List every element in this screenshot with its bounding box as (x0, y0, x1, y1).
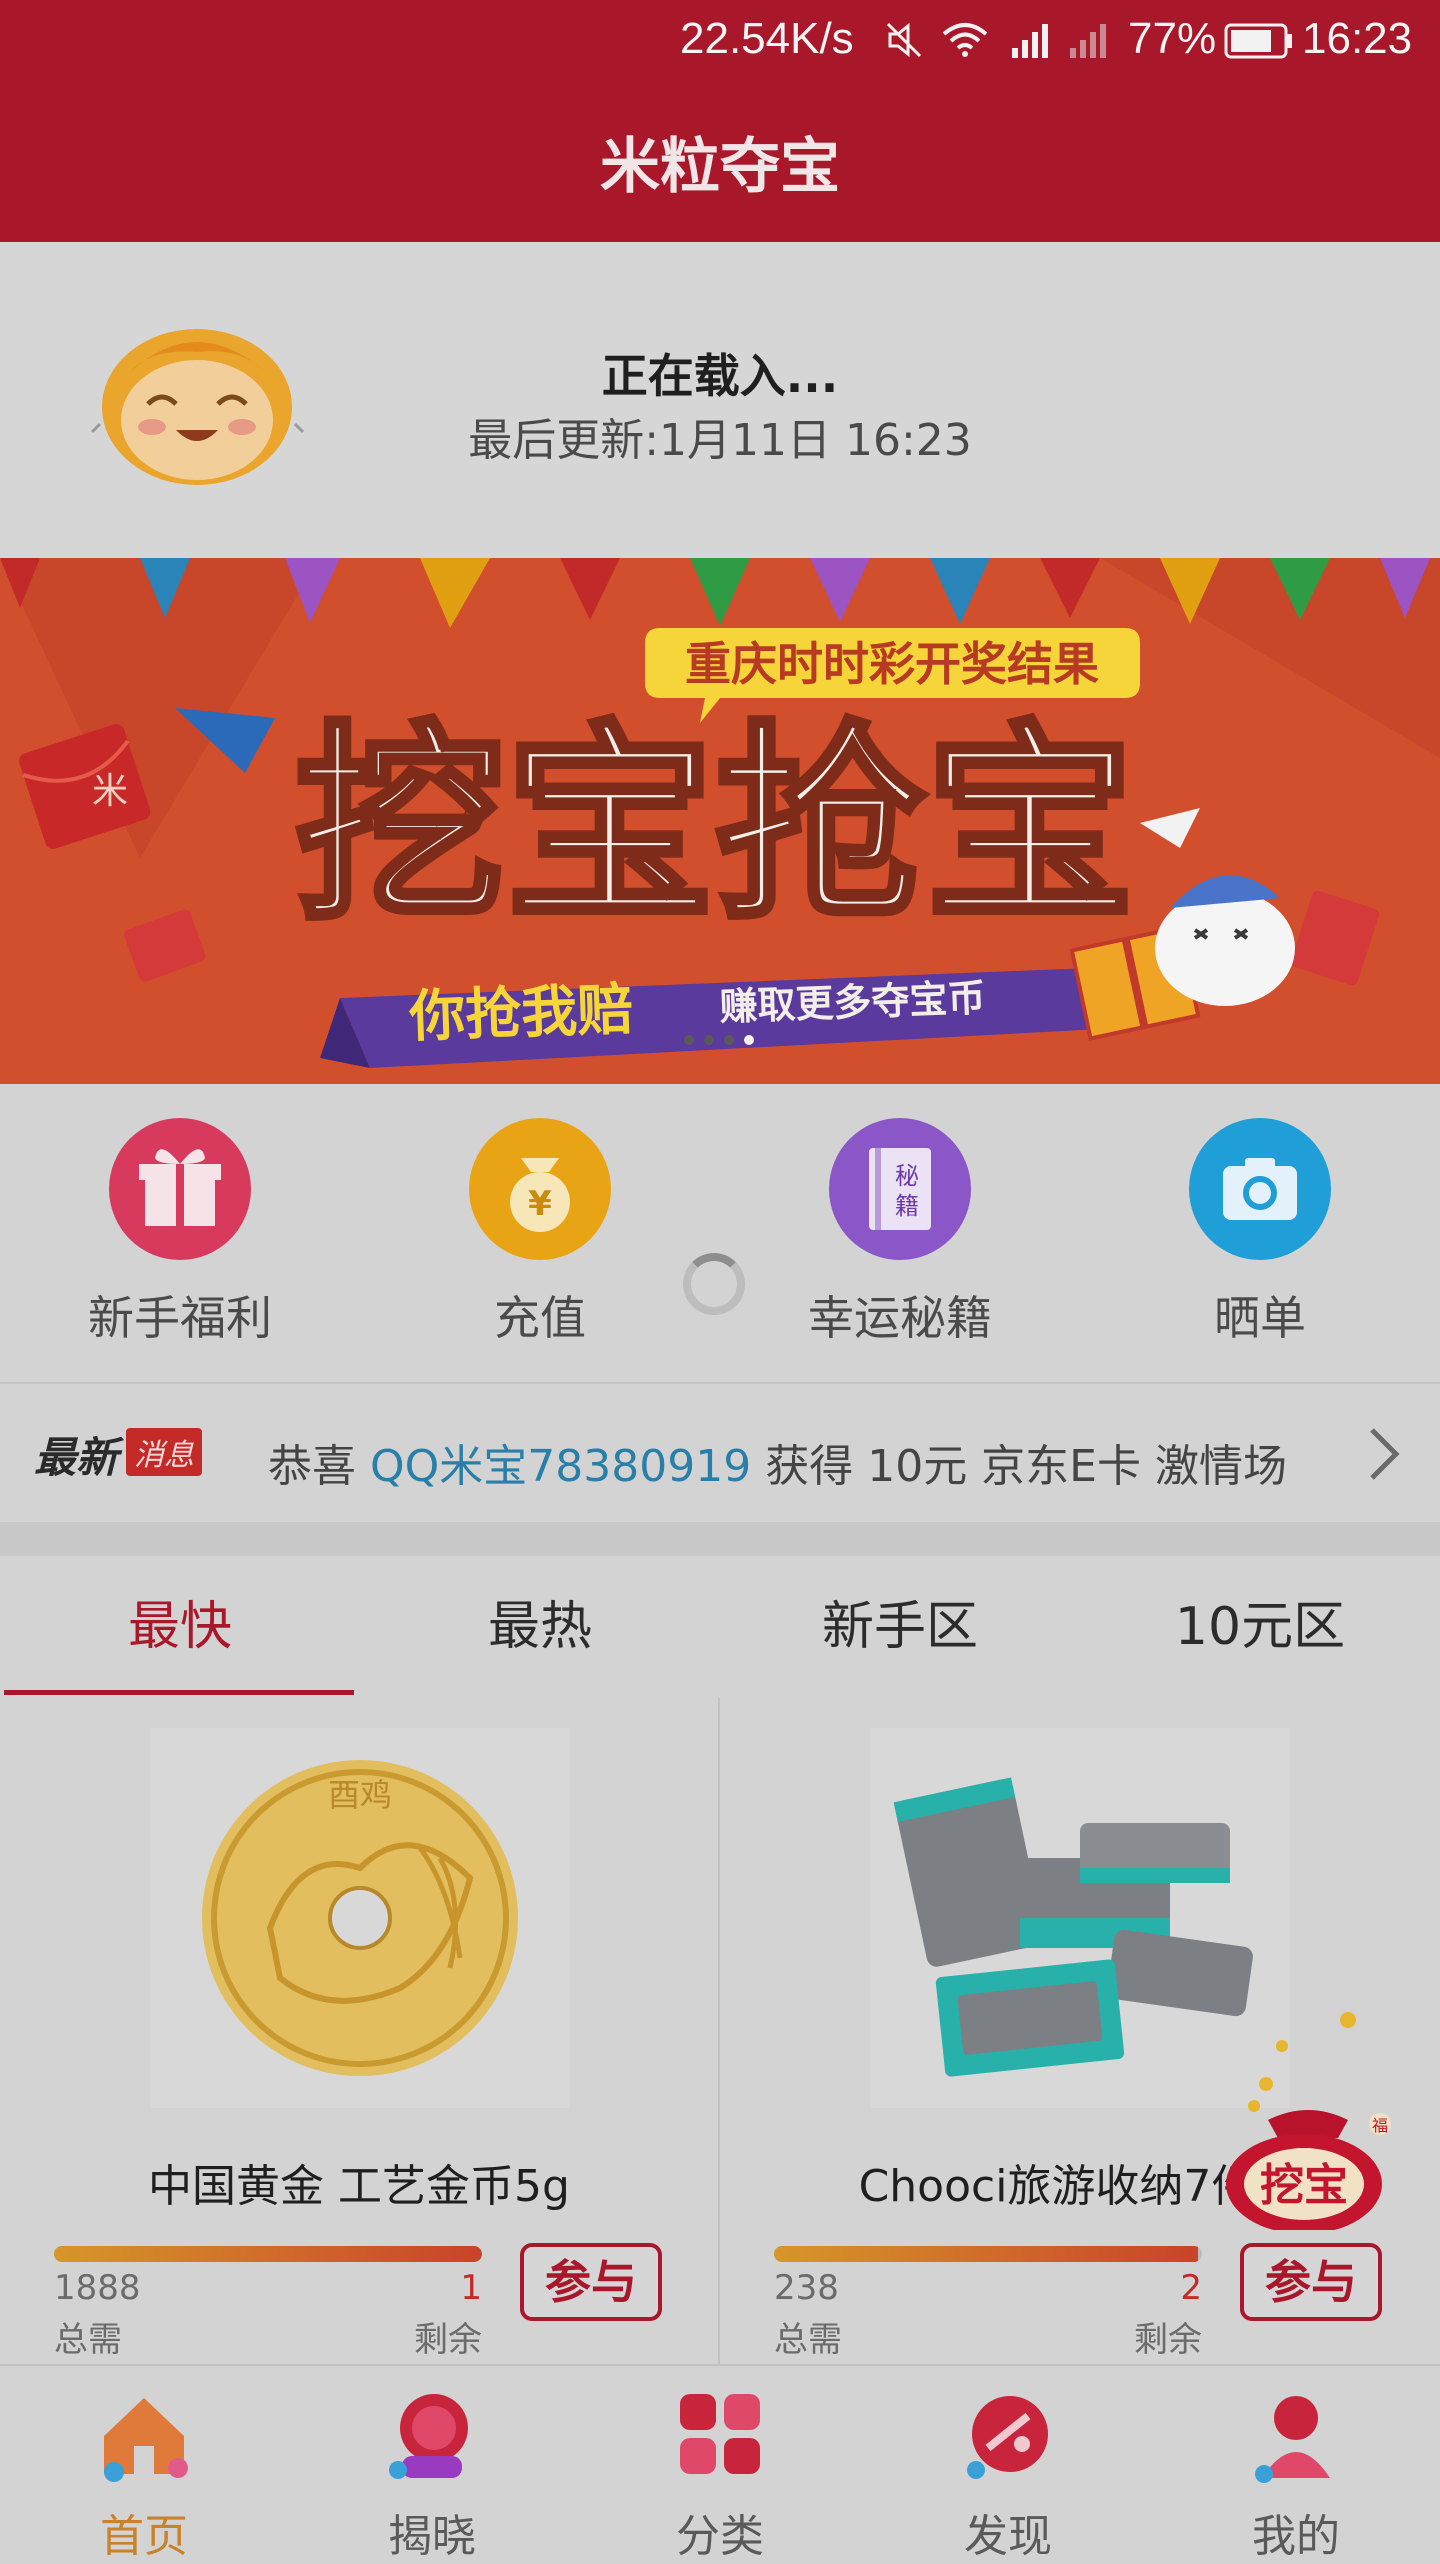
join-button[interactable]: 参与 (520, 2243, 662, 2321)
svg-text:¥: ¥ (528, 1184, 552, 1224)
camera-icon (1189, 1118, 1331, 1260)
news-suffix: 获得 10元 京东E卡 激情场 (765, 1441, 1287, 1492)
total-needed: 1888 (54, 2268, 141, 2308)
pull-refresh-area: 正在载入... 最后更新:1月11日 16:23 (0, 242, 1440, 558)
float-button-label: 挖宝 (1260, 2160, 1348, 2211)
gift-icon (109, 1118, 251, 1260)
nav-label: 揭晓 (388, 2511, 476, 2562)
nav-label: 发现 (964, 2511, 1052, 2562)
nav-discover[interactable]: 发现 (864, 2366, 1152, 2562)
home-icon (104, 2398, 188, 2482)
news-prefix: 恭喜 (268, 1441, 356, 1492)
mute-icon (886, 22, 922, 58)
nav-home[interactable]: 首页 (0, 2366, 288, 2562)
news-ticker[interactable]: 最新 消息 恭喜 QQ米宝78380919 获得 10元 京东E卡 激情场 (0, 1382, 1440, 1524)
nav-label: 我的 (1252, 2511, 1340, 2562)
quick-action-label: 晒单 (1214, 1291, 1306, 1345)
loading-spinner (683, 1253, 745, 1315)
envelope-char: 米 (92, 771, 128, 812)
quick-action-show-order[interactable]: 晒单 (1080, 1084, 1440, 1382)
book-icon: 秘 籍 (829, 1118, 971, 1260)
signal-icon (1012, 24, 1048, 58)
progress-fill (774, 2246, 1198, 2262)
news-label: 最新 (34, 1433, 119, 1482)
last-update-text: 最后更新:1月11日 16:23 (468, 415, 972, 466)
nav-reveal[interactable]: 揭晓 (288, 2366, 576, 2562)
banner-headline: 挖宝抢宝 (295, 703, 1135, 948)
remaining-count: 1 (460, 2268, 482, 2308)
quick-action-label: 幸运秘籍 (808, 1291, 992, 1345)
coin-text: 酉鸡 (328, 1776, 392, 1814)
promo-banner[interactable]: 米 重庆时时彩开奖结果 挖宝抢宝 你抢我赔 赚取更多夺宝币 (0, 558, 1440, 1084)
quick-actions: 新手福利 ¥ 充值 秘 籍 幸运秘籍 晒单 (0, 1084, 1440, 1382)
money-bag-icon: ¥ (469, 1118, 611, 1260)
total-label: 总需 (54, 2320, 122, 2360)
banner-slogan: 赚取更多夺宝币 (719, 976, 986, 1029)
quick-action-label: 充值 (494, 1291, 586, 1345)
app-header: 米粒夺宝 (0, 80, 1440, 242)
quick-action-label: 新手福利 (88, 1291, 272, 1345)
nav-category[interactable]: 分类 (576, 2366, 864, 2562)
network-speed: 22.54K/s (680, 14, 854, 63)
quick-action-lucky-guide[interactable]: 秘 籍 幸运秘籍 (720, 1084, 1080, 1382)
progress-bar (54, 2246, 482, 2262)
status-bar: 22.54K/s 77% 16:23 (0, 0, 1440, 80)
category-tabs: 最快 最热 新手区 10元区 (0, 1556, 1440, 1700)
product-card[interactable]: 酉鸡 中国黄金 工艺金币5g 1888 总需 1 剩余 参与 (0, 1698, 718, 2364)
dig-treasure-float-button[interactable]: 挖宝 福 (1218, 2000, 1398, 2230)
total-label: 总需 (774, 2320, 842, 2360)
chevron-right-icon[interactable] (1366, 1426, 1402, 1482)
profile-icon (1255, 2396, 1330, 2483)
tab-fastest[interactable]: 最快 (0, 1556, 360, 1698)
remaining-count: 2 (1180, 2268, 1202, 2308)
section-divider (0, 1522, 1440, 1556)
banner-artwork: 米 重庆时时彩开奖结果 挖宝抢宝 你抢我赔 赚取更多夺宝币 (0, 558, 1440, 1084)
product-name: 中国黄金 工艺金币5g (148, 2161, 570, 2212)
discover-icon (967, 2396, 1048, 2479)
news-badge: 消息 (126, 1428, 202, 1476)
signal-weak-icon (1070, 24, 1106, 58)
page-title: 米粒夺宝 (600, 132, 840, 202)
join-button[interactable]: 参与 (1240, 2243, 1382, 2321)
wifi-icon (942, 23, 988, 57)
tab-newbie-zone[interactable]: 新手区 (720, 1556, 1080, 1698)
remaining-label: 剩余 (414, 2320, 482, 2360)
banner-slogan-bold: 你抢我赔 (407, 977, 634, 1050)
tab-ten-yuan-zone[interactable]: 10元区 (1080, 1556, 1440, 1698)
progress-fill (54, 2246, 482, 2262)
remaining-label: 剩余 (1134, 2320, 1202, 2360)
battery-percent: 77% (1128, 14, 1217, 63)
nav-label: 首页 (100, 2511, 188, 2562)
active-tab-indicator (4, 1690, 354, 1695)
banner-tagline: 重庆时时彩开奖结果 (685, 637, 1099, 691)
total-needed: 238 (774, 2268, 839, 2308)
reveal-icon (389, 2394, 468, 2479)
bottom-navigation: 首页 揭晓 分类 发现 我的 (0, 2364, 1440, 2562)
news-message: 恭喜 QQ米宝78380919 获得 10元 京东E卡 激情场 (268, 1430, 1287, 1494)
quick-action-recharge[interactable]: ¥ 充值 (360, 1084, 720, 1382)
clock: 16:23 (1302, 14, 1413, 63)
svg-text:秘: 秘 (895, 1162, 919, 1190)
tab-hottest[interactable]: 最热 (360, 1556, 720, 1698)
progress-bar (774, 2246, 1202, 2262)
float-button-badge: 福 (1372, 2116, 1388, 2135)
news-user: QQ米宝78380919 (370, 1441, 752, 1492)
nav-profile[interactable]: 我的 (1152, 2366, 1440, 2562)
loading-text: 正在载入... (601, 349, 839, 403)
quick-action-newbie-welfare[interactable]: 新手福利 (0, 1084, 360, 1382)
svg-text:籍: 籍 (895, 1192, 919, 1220)
nav-label: 分类 (676, 2511, 764, 2562)
product-image: 酉鸡 (150, 1728, 570, 2108)
battery-icon (1224, 23, 1292, 59)
category-icon (680, 2394, 760, 2474)
